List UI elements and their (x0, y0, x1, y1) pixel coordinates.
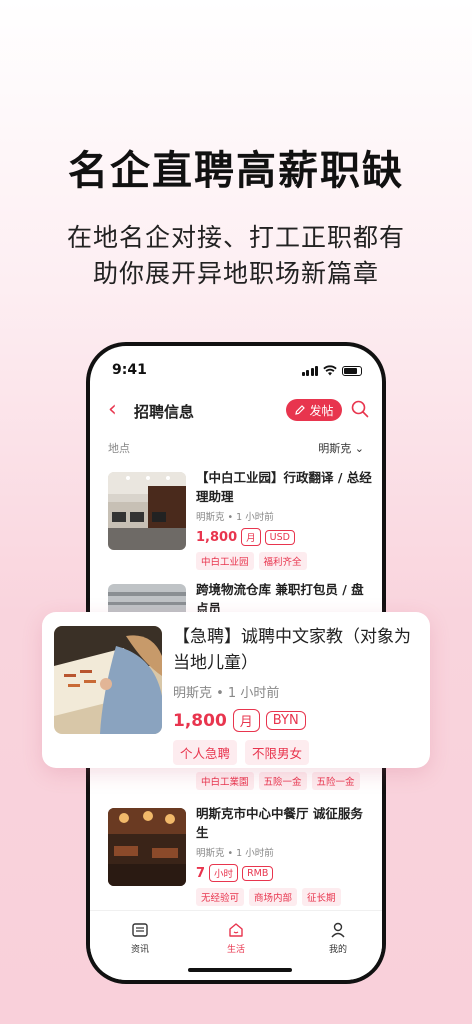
salary-period: 月 (241, 528, 261, 546)
search-icon[interactable] (351, 400, 369, 418)
tab-news-label: 资讯 (130, 945, 149, 955)
job-title: 【中白工业园】行政翻译 / 总经理助理 (196, 470, 372, 504)
post-button-label: 发帖 (309, 403, 334, 418)
job-tag: 五險一金 (258, 772, 307, 790)
salary-value: 1,800 (196, 529, 238, 545)
job-salary: 7 小时 RMB (196, 864, 372, 882)
profile-icon (331, 922, 345, 938)
tab-life[interactable]: 生活 (206, 921, 266, 955)
subline-1: 在地名企对接、打工正职都有 (66, 223, 405, 252)
featured-job-tag: 不限男女 (245, 740, 310, 765)
edit-icon (295, 405, 306, 415)
location-value: 明斯克 (318, 442, 352, 455)
tab-life-label: 生活 (226, 945, 245, 955)
back-icon[interactable]: ‹ (108, 398, 117, 422)
job-tag: 中白工業園 (196, 772, 254, 790)
location-label: 地点 (108, 442, 130, 455)
subline-2: 助你展开异地职场新篇章 (92, 259, 379, 288)
job-thumbnail-restaurant (108, 808, 186, 886)
featured-job-card[interactable]: 【急聘】诚聘中文家教（对象为当地儿童） 明斯克 • 1 小时前 1,800 月 … (42, 612, 430, 768)
job-meta: 明斯克 • 1 小时前 (196, 848, 274, 859)
salary-currency: BYN (265, 711, 306, 730)
featured-job-meta: 明斯克 • 1 小时前 (173, 686, 280, 701)
status-bar: 9:41 (90, 362, 382, 382)
salary-value: 7 (196, 865, 206, 881)
location-row[interactable]: 地点 明斯克 ⌄ (108, 440, 364, 458)
news-icon (132, 923, 148, 937)
featured-job-salary: 1,800 月 BYN (173, 709, 423, 732)
nav-bar: ‹ 招聘信息 发帖 (90, 396, 382, 426)
job-tag: 征长期 (302, 888, 341, 906)
job-card[interactable]: 【中白工业园】行政翻译 / 总经理助理 明斯克 • 1 小时前 1,800 月 … (108, 470, 372, 570)
featured-job-thumbnail (54, 626, 162, 734)
job-tag: 中白工业园 (196, 552, 254, 570)
page-title: 招聘信息 (134, 403, 195, 421)
headline: 名企直聘高薪职缺 (68, 148, 404, 194)
featured-job-title: 【急聘】诚聘中文家教（对象为当地儿童） (173, 627, 411, 673)
job-thumbnail-office (108, 472, 186, 550)
salary-period: 小时 (209, 864, 239, 882)
salary-period: 月 (232, 709, 260, 732)
job-tags-row: 中白工業園 五險一金 五险一金 (196, 772, 360, 790)
salary-value: 1,800 (173, 710, 227, 731)
job-tag: 商场内部 (249, 888, 298, 906)
tab-bar: 资讯 生活 我的 (90, 910, 382, 980)
featured-job-tag: 个人急聘 (173, 740, 238, 765)
job-tag: 无经验可 (196, 888, 245, 906)
job-salary: 1,800 月 USD (196, 528, 372, 546)
signal-icon (301, 366, 318, 376)
job-meta: 明斯克 • 1 小时前 (196, 512, 274, 523)
chevron-down-icon: ⌄ (354, 442, 364, 455)
wifi-icon (323, 365, 337, 376)
home-icon (229, 923, 243, 937)
home-indicator (188, 968, 292, 972)
job-title: 明斯克市中心中餐厅 诚征服务生 (196, 806, 363, 840)
job-tag: 福利齐全 (258, 552, 307, 570)
status-icons (301, 365, 362, 376)
battery-icon (342, 366, 362, 376)
salary-currency: USD (264, 529, 295, 545)
job-tag: 五险一金 (311, 772, 360, 790)
job-card[interactable]: 明斯克市中心中餐厅 诚征服务生 明斯克 • 1 小时前 7 小时 RMB 无经验… (108, 806, 372, 906)
tab-me-label: 我的 (328, 945, 347, 955)
salary-currency: RMB (242, 865, 274, 881)
status-time: 9:41 (112, 362, 147, 378)
tab-news[interactable]: 资讯 (110, 921, 170, 955)
post-button[interactable]: 发帖 (286, 399, 342, 421)
location-select[interactable]: 明斯克 ⌄ (318, 440, 364, 456)
tab-me[interactable]: 我的 (308, 921, 368, 955)
